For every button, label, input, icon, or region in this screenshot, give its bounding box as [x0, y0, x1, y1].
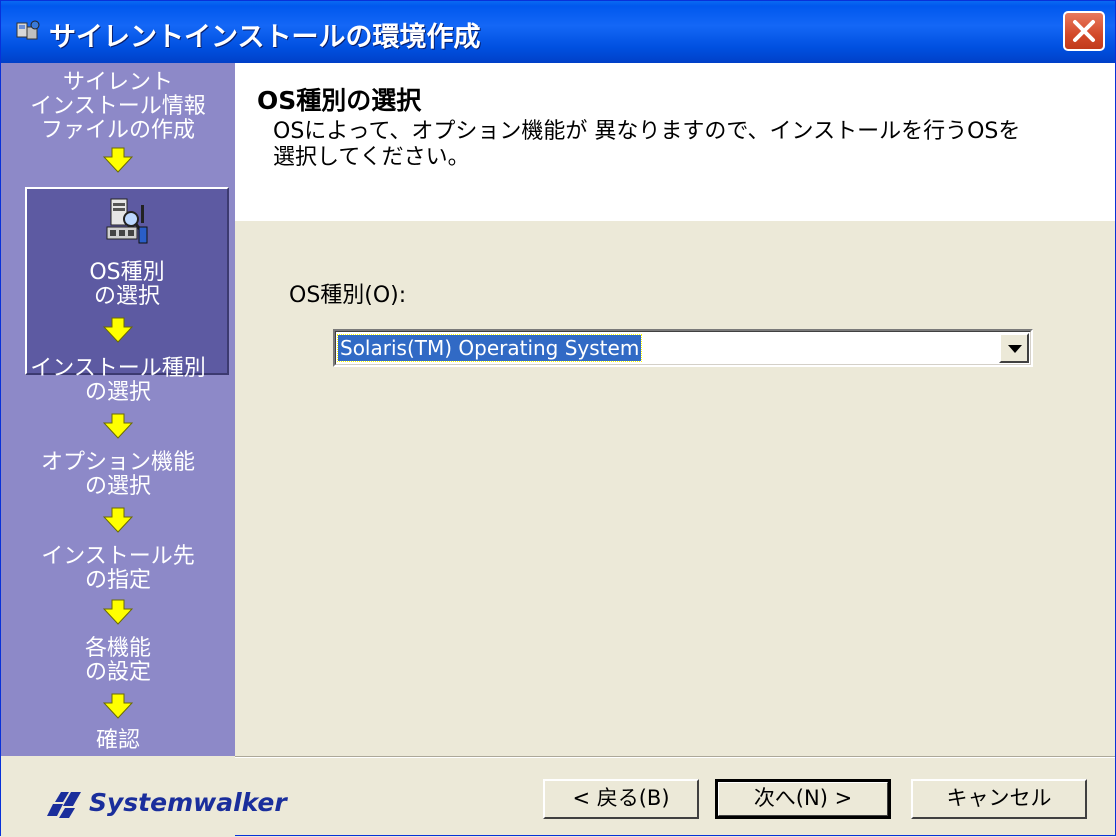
dropdown-button[interactable]: [999, 333, 1029, 363]
wizard-steps-sidebar: サイレント インストール情報 ファイルの作成 OS種別 の選択 インストール種別…: [1, 63, 235, 756]
step-label-line: インストール情報: [30, 94, 206, 119]
step-feature-settings: 各機能 の設定: [1, 637, 235, 685]
step-install-destination: インストール先 の指定: [1, 545, 235, 593]
down-arrow-icon: [103, 147, 133, 173]
down-arrow-icon: [103, 413, 133, 439]
step-os-type-current: OS種別 の選択: [25, 187, 229, 375]
cancel-button[interactable]: キャンセル: [911, 779, 1087, 819]
step-os-type-label: OS種別 の選択: [27, 261, 227, 309]
step-label-line: 確認: [95, 728, 140, 753]
logo-text: Systemwalker: [89, 788, 287, 817]
title-bar[interactable]: サイレントインストールの環境作成: [1, 1, 1115, 63]
os-type-selected-value[interactable]: Solaris(TM) Operating System: [336, 334, 643, 362]
footer-divider: [235, 756, 1115, 758]
description-line: OSによって、オプション機能が 異なりますので、インストールを行うOSを: [273, 119, 1021, 144]
step-label-line: の選択: [84, 380, 151, 405]
close-button[interactable]: [1063, 11, 1105, 51]
step-confirm: 確認: [1, 729, 235, 753]
down-arrow-icon: [103, 317, 133, 343]
step-label-line: オプション機能: [40, 450, 195, 475]
step-label-line: サイレント: [62, 70, 173, 95]
close-icon: [1073, 20, 1095, 42]
step-label-line: の選択: [84, 474, 151, 499]
down-arrow-icon: [103, 693, 133, 719]
step-label-line: の指定: [84, 568, 151, 593]
down-arrow-icon: [103, 507, 133, 533]
installer-window: サイレントインストールの環境作成 サイレント インストール情報 ファイルの作成: [0, 0, 1116, 837]
server-config-icon: [106, 198, 148, 244]
logo-icon: [47, 792, 81, 818]
systemwalker-logo: Systemwalker: [47, 788, 307, 822]
window-title: サイレントインストールの環境作成: [49, 22, 481, 53]
step-label-line: ファイルの作成: [40, 118, 195, 143]
step-label-line: OS種別: [89, 260, 165, 285]
step-create-info-file: サイレント インストール情報 ファイルの作成: [1, 71, 235, 143]
next-button-label: 次へ(N) >: [753, 786, 853, 810]
chevron-down-icon: [1008, 345, 1022, 353]
page-description: OSによって、オプション機能が 異なりますので、インストールを行うOSを 選択し…: [273, 119, 1093, 171]
step-label-line: の選択: [93, 284, 160, 309]
page-title: OS種別の選択: [257, 86, 422, 115]
os-type-label: OS種別(O):: [289, 283, 407, 308]
down-arrow-icon: [103, 599, 133, 625]
step-option-features: オプション機能 の選択: [1, 451, 235, 499]
main-panel: OS種別(O): Solaris(TM) Operating System: [235, 221, 1115, 756]
step-label-line: インストール先: [41, 544, 195, 569]
step-label-line: インストール種別: [30, 356, 206, 381]
step-label-line: の設定: [84, 660, 151, 685]
os-type-dropdown[interactable]: Solaris(TM) Operating System: [333, 329, 1033, 367]
app-icon: [16, 20, 40, 40]
description-line: 選択してください。: [273, 145, 470, 170]
cancel-button-label: キャンセル: [946, 786, 1052, 810]
step-label-line: 各機能: [84, 636, 151, 661]
next-button[interactable]: 次へ(N) >: [715, 779, 891, 819]
step-install-type: インストール種別 の選択: [1, 357, 235, 405]
back-button[interactable]: < 戻る(B): [543, 779, 699, 819]
page-header: OS種別の選択 OSによって、オプション機能が 異なりますので、インストールを行…: [235, 63, 1115, 221]
back-button-label: < 戻る(B): [572, 786, 670, 810]
